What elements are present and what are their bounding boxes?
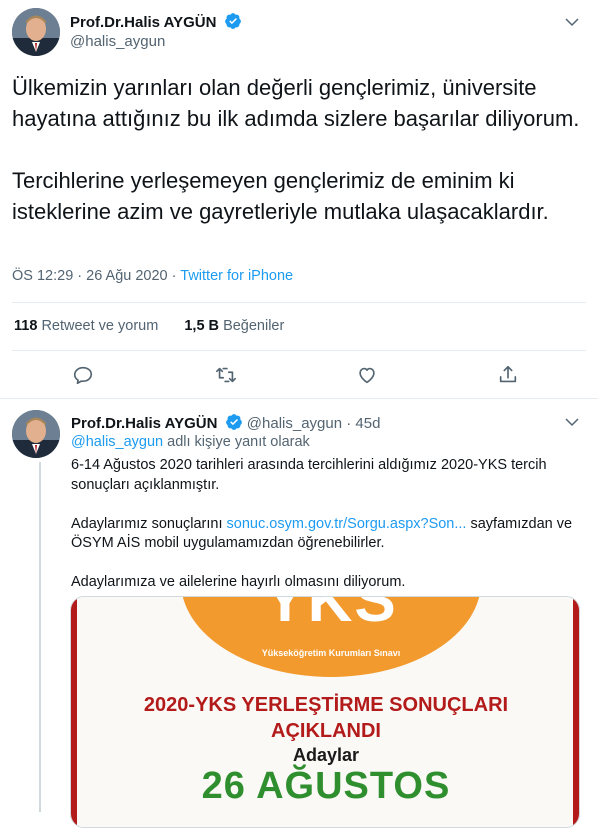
tweet-text: Ülkemizin yarınları olan değerli gençler…	[12, 75, 580, 224]
author-handle[interactable]: @halis_aygun	[70, 33, 165, 50]
reply-to-label: adlı kişiye yanıt olarak	[163, 434, 310, 450]
image-border-left	[71, 597, 77, 827]
retweets-count: 118	[14, 318, 38, 334]
tweet-source[interactable]: Twitter for iPhone	[180, 268, 293, 284]
divider	[12, 350, 586, 351]
thread-line	[39, 462, 41, 812]
divider	[12, 302, 586, 303]
reply-author-name[interactable]: Prof.Dr.Halis AYGÜN	[71, 415, 217, 432]
reply-header: Prof.Dr.Halis AYGÜN @halis_aygun · 45d	[71, 413, 380, 432]
reply-paragraph: 6-14 Ağustos 2020 tarihleri arasında ter…	[71, 457, 547, 493]
reply-age[interactable]: 45d	[355, 415, 380, 432]
reply-author-handle[interactable]: @halis_aygun	[247, 415, 342, 432]
meta-separator: ·	[171, 268, 177, 284]
image-subtitle: Adaylar	[292, 745, 360, 765]
yks-logo: YKS	[264, 596, 398, 635]
meta-separator: ·	[77, 268, 83, 284]
heart-icon[interactable]	[356, 364, 378, 386]
yks-logo-subtitle: Yükseköğretim Kurumları Sınavı	[261, 648, 401, 658]
tweet-media[interactable]: YKS Yükseköğretim Kurumları Sınavı 2020-…	[70, 596, 580, 828]
action-bar	[0, 364, 598, 390]
reply-author-avatar[interactable]	[12, 410, 60, 458]
tweet-date[interactable]: 26 Ağu 2020	[86, 268, 167, 284]
chevron-down-icon[interactable]	[563, 13, 581, 31]
likes-stat[interactable]: 1,5 B Beğeniler	[184, 318, 284, 334]
replying-to: @halis_aygun adlı kişiye yanıt olarak	[71, 434, 310, 450]
verified-badge-icon	[225, 13, 241, 29]
retweets-label: Retweet ve yorum	[41, 318, 159, 334]
author-avatar[interactable]	[12, 8, 60, 56]
avatar-image	[12, 8, 60, 56]
results-link[interactable]: sonuc.osym.gov.tr/Sorgu.aspx?Son...	[227, 516, 467, 532]
reply-paragraph: Adaylarımıza ve ailelerine hayırlı olmas…	[71, 574, 406, 590]
retweets-stat[interactable]: 118 Retweet ve yorum	[14, 318, 158, 334]
chevron-down-icon[interactable]	[563, 413, 581, 431]
reply-text: 6-14 Ağustos 2020 tarihleri arasında ter…	[71, 456, 576, 612]
likes-count: 1,5 B	[184, 318, 220, 334]
reply-to-mention[interactable]: @halis_aygun	[71, 434, 163, 450]
reply-paragraph: Adaylarımız sonuçlarını sonuc.osym.gov.t…	[71, 515, 576, 554]
image-title: 2020-YKS YERLEŞTİRME SONUÇLARI AÇIKLANDI	[91, 692, 561, 744]
author-name[interactable]: Prof.Dr.Halis AYGÜN	[70, 14, 216, 31]
likes-label: Beğeniler	[223, 318, 285, 334]
reply-text-segment: Adaylarımız sonuçlarını	[71, 515, 227, 532]
share-icon[interactable]	[497, 364, 519, 386]
tweet-time[interactable]: ÖS 12:29	[12, 268, 73, 284]
verified-badge-icon	[225, 414, 242, 430]
retweet-icon[interactable]	[215, 364, 237, 386]
avatar-image	[12, 410, 60, 458]
tweet-meta: ÖS 12:29 · 26 Ağu 2020 · Twitter for iPh…	[12, 268, 293, 284]
tweet-stats: 118 Retweet ve yorum 1,5 B Beğeniler	[14, 318, 284, 334]
yks-announcement-image: YKS Yükseköğretim Kurumları Sınavı 2020-…	[71, 597, 579, 827]
image-title-line: AÇIKLANDI	[271, 720, 381, 742]
reply-icon[interactable]	[72, 364, 94, 386]
meta-separator: ·	[346, 415, 352, 432]
image-border-right	[573, 597, 579, 827]
image-date: 26 AĞUSTOS	[201, 765, 451, 807]
divider	[0, 398, 598, 399]
image-title-line: 2020-YKS YERLEŞTİRME SONUÇLARI	[143, 694, 509, 716]
